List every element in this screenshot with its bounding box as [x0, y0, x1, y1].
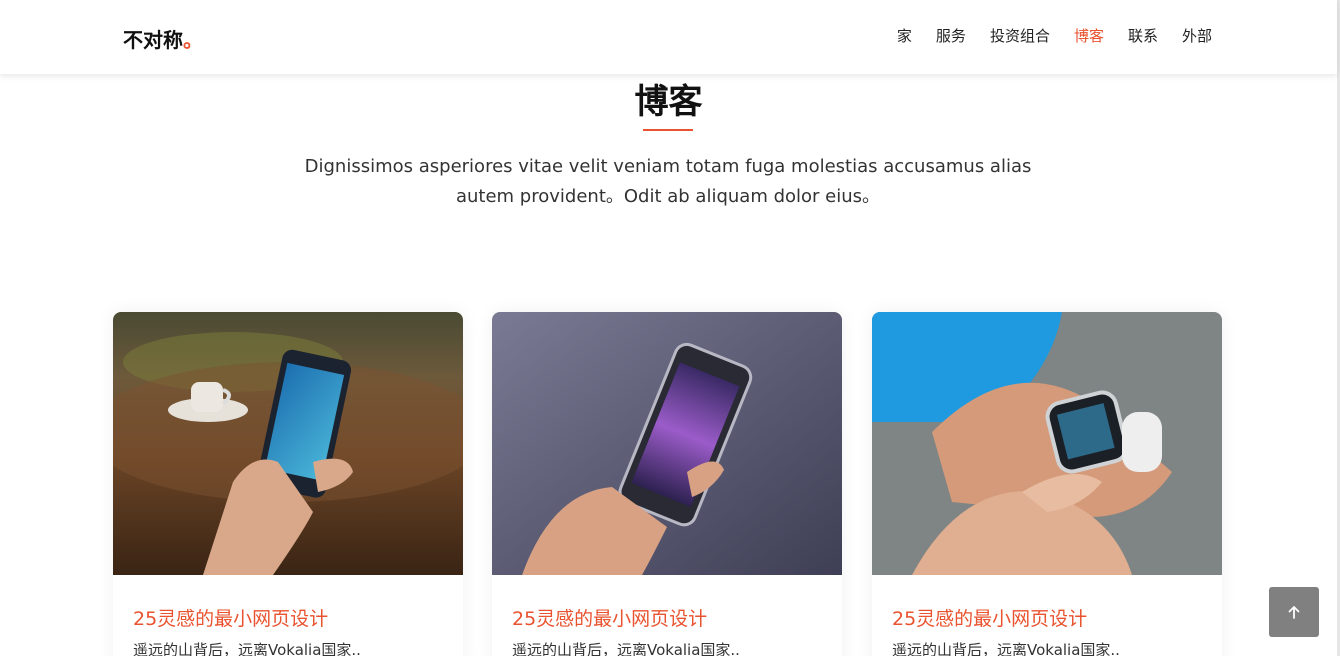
nav-home[interactable]: 家: [897, 25, 912, 46]
blog-card[interactable]: 25灵感的最小网页设计 遥远的山背后，远离Vokalia国家..: [113, 312, 463, 656]
logo-dot: 。: [183, 28, 203, 52]
title-underline: [643, 129, 693, 131]
blog-card[interactable]: 25灵感的最小网页设计 遥远的山背后，远离Vokalia国家..: [872, 312, 1222, 656]
blog-card-excerpt: 遥远的山背后，远离Vokalia国家..: [892, 641, 1120, 656]
blog-card-title[interactable]: 25灵感的最小网页设计: [892, 604, 1087, 631]
blog-card-title[interactable]: 25灵感的最小网页设计: [512, 604, 707, 631]
logo-text: 不对称: [123, 28, 183, 52]
nav-services[interactable]: 服务: [936, 25, 966, 46]
blog-card[interactable]: 25灵感的最小网页设计 遥远的山背后，远离Vokalia国家..: [492, 312, 842, 656]
site-logo[interactable]: 不对称。: [123, 24, 203, 53]
section-title: 博客: [634, 82, 703, 122]
arrow-up-icon: [1288, 606, 1300, 619]
blog-card-title[interactable]: 25灵感的最小网页设计: [133, 604, 328, 631]
nav-external[interactable]: 外部: [1182, 25, 1212, 46]
blog-card-image[interactable]: [492, 312, 842, 575]
blog-card-image[interactable]: [113, 312, 463, 575]
blog-card-image[interactable]: [872, 312, 1222, 575]
back-to-top-button[interactable]: [1269, 587, 1319, 637]
nav-portfolio[interactable]: 投资组合: [990, 25, 1050, 46]
blog-card-excerpt: 遥远的山背后，远离Vokalia国家..: [133, 641, 361, 656]
blog-card-excerpt: 遥远的山背后，远离Vokalia国家..: [512, 641, 740, 656]
nav-blog[interactable]: 博客: [1074, 25, 1104, 46]
main-nav: 家 服务 投资组合 博客 联系 外部: [897, 25, 1212, 46]
site-header: 不对称。 家 服务 投资组合 博客 联系 外部: [0, 0, 1337, 74]
section-description: Dignissimos asperiores vitae velit venia…: [304, 156, 1032, 207]
nav-contact[interactable]: 联系: [1128, 25, 1158, 46]
